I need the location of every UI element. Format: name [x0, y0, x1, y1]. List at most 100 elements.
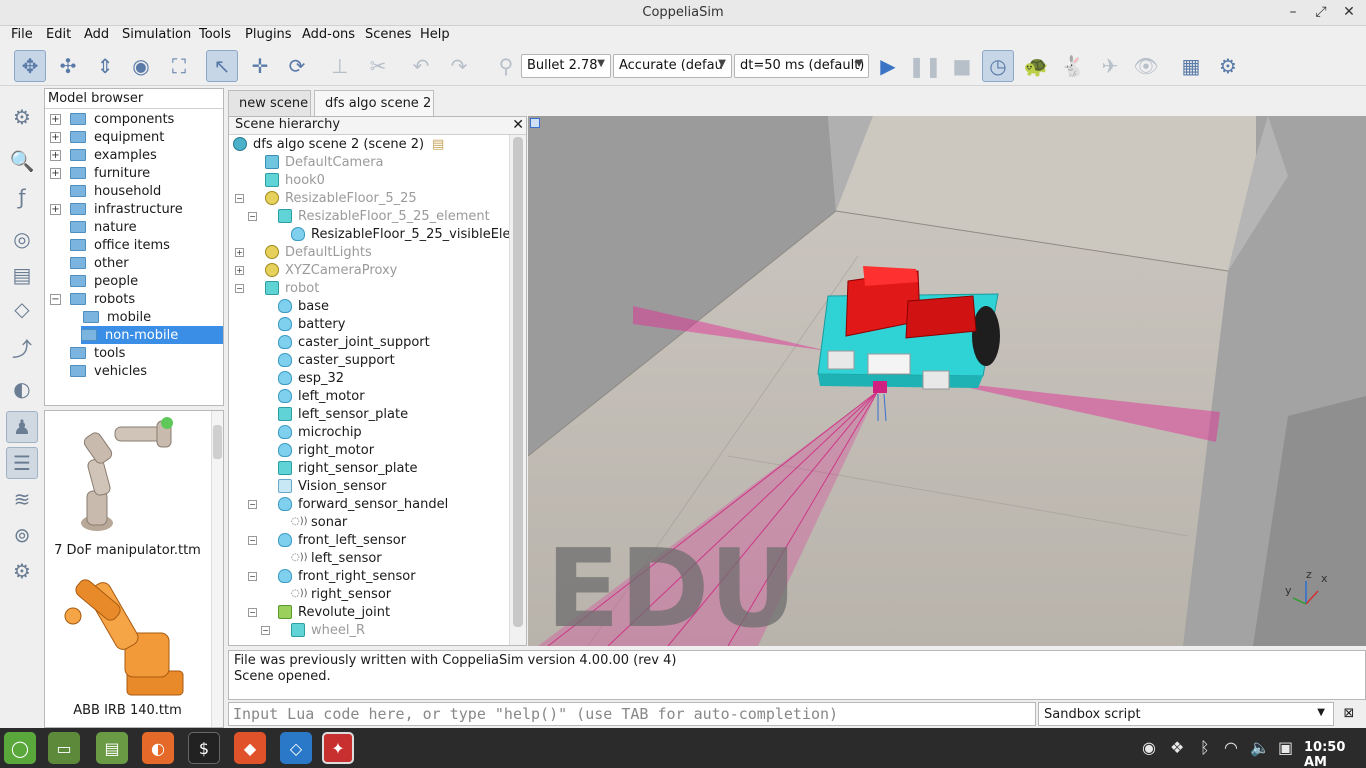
menu-add[interactable]: Add: [84, 27, 109, 42]
layers-icon[interactable]: ⚙: [1212, 50, 1244, 82]
path-edit-icon[interactable]: ⤴: [6, 331, 38, 363]
collapse-icon[interactable]: −: [261, 625, 270, 635]
expand-icon[interactable]: +: [50, 131, 61, 143]
file-manager-icon[interactable]: ▤: [96, 732, 128, 764]
hierarchy-item-caster-support[interactable]: caster_support: [278, 351, 395, 369]
expand-icon[interactable]: +: [50, 167, 61, 179]
model-folder-non-mobile[interactable]: non-mobile: [81, 326, 223, 344]
hierarchy-item-left-motor[interactable]: left_motor: [278, 387, 365, 405]
menu-plugins[interactable]: Plugins: [245, 27, 292, 42]
model-folder-office-items[interactable]: office items: [50, 236, 170, 254]
whatsapp-icon[interactable]: ◉: [1142, 738, 1156, 757]
slow-down-icon[interactable]: 🐢: [1020, 50, 1052, 82]
collapse-icon[interactable]: −: [50, 293, 61, 305]
menu-tools[interactable]: Tools: [199, 27, 231, 42]
expand-icon[interactable]: +: [235, 247, 244, 257]
timestep-select[interactable]: dt=50 ms (default) ▼: [734, 54, 869, 78]
collections-icon[interactable]: ◎: [6, 223, 38, 255]
dynamics-toggle-icon[interactable]: ⚲: [490, 50, 522, 82]
hierarchy-item-caster-joint-support[interactable]: caster_joint_support: [278, 333, 430, 351]
real-time-icon[interactable]: ◷: [982, 50, 1014, 82]
close-button[interactable]: ✕: [1338, 2, 1360, 22]
firefox-icon[interactable]: ◐: [142, 732, 174, 764]
transfer-dna-icon[interactable]: ✂: [362, 50, 394, 82]
dropbox-icon[interactable]: ❖: [1170, 738, 1184, 757]
selection-icon[interactable]: ◐: [6, 373, 38, 405]
script-selector[interactable]: Sandbox script ▼: [1038, 702, 1334, 726]
expand-icon[interactable]: +: [50, 149, 61, 161]
model-folder-people[interactable]: people: [50, 272, 138, 290]
speed-up-icon[interactable]: 🐇: [1057, 50, 1089, 82]
minimize-button[interactable]: –: [1282, 2, 1304, 22]
close-hierarchy-icon[interactable]: ✕: [512, 117, 524, 133]
camera-shift-icon[interactable]: ⇕: [89, 50, 121, 82]
maximize-button[interactable]: ⤢: [1310, 2, 1332, 22]
hierarchy-item-left-sensor[interactable]: ◌)) left_sensor: [291, 549, 382, 567]
hierarchy-item-esp-32[interactable]: esp_32: [278, 369, 344, 387]
hierarchy-item-front-right-sensor[interactable]: − front_right_sensor: [248, 567, 416, 585]
hierarchy-item-defaultcamera[interactable]: DefaultCamera: [265, 153, 384, 171]
menu-simulation[interactable]: Simulation: [122, 27, 191, 42]
hierarchy-item-battery[interactable]: battery: [278, 315, 345, 333]
collapse-icon[interactable]: −: [248, 535, 257, 545]
model-folder-tools[interactable]: tools: [50, 344, 125, 362]
expand-icon[interactable]: +: [50, 113, 61, 125]
undo-icon[interactable]: ↶: [405, 50, 437, 82]
abb-irb-140-thumbnail[interactable]: [64, 577, 184, 696]
terminal-icon[interactable]: $: [188, 732, 220, 764]
hierarchy-item-xyzcameraproxy[interactable]: + XYZCameraProxy: [235, 261, 397, 279]
collapse-icon[interactable]: −: [248, 571, 257, 581]
shape-edit-icon[interactable]: ◇: [6, 293, 38, 325]
calculation-modules-icon[interactable]: 🔍: [6, 145, 38, 177]
hierarchy-item-resizablefloor-5-25[interactable]: − ResizableFloor_5_25: [235, 189, 417, 207]
camera-pan-icon[interactable]: ✥: [14, 50, 46, 82]
user-settings-icon[interactable]: ⚙: [6, 555, 38, 587]
model-folder-equipment[interactable]: + equipment: [50, 128, 164, 146]
hierarchy-root[interactable]: dfs algo scene 2 (scene 2) ▤: [233, 135, 444, 153]
model-folder-components[interactable]: + components: [50, 110, 174, 128]
model-folder-examples[interactable]: + examples: [50, 146, 157, 164]
scene-page-icon[interactable]: ▦: [1175, 50, 1207, 82]
hierarchy-item-robot[interactable]: − robot: [235, 279, 319, 297]
layers-toggle-icon[interactable]: ≋: [6, 483, 38, 515]
model-folder-household[interactable]: household: [50, 182, 161, 200]
camera-angle-icon[interactable]: ◉: [125, 50, 157, 82]
model-folder-nature[interactable]: nature: [50, 218, 137, 236]
show-desktop-icon[interactable]: ▭: [48, 732, 80, 764]
hierarchy-item-defaultlights[interactable]: + DefaultLights: [235, 243, 372, 261]
hierarchy-scrollbar[interactable]: [509, 135, 526, 645]
hierarchy-item-sonar[interactable]: ◌)) sonar: [291, 513, 347, 531]
menu-add-ons[interactable]: Add-ons: [302, 27, 355, 42]
model-folder-mobile[interactable]: mobile: [83, 308, 151, 326]
collapse-icon[interactable]: −: [235, 283, 244, 293]
tab-new-scene[interactable]: new scene: [228, 90, 311, 116]
fit-to-view-icon[interactable]: ⛶: [163, 50, 195, 82]
hierarchy-item-left-sensor-plate[interactable]: left_sensor_plate: [278, 405, 408, 423]
bluetooth-icon[interactable]: ᛒ: [1200, 738, 1210, 757]
hierarchy-item-resizablefloor-5-25-element[interactable]: − ResizableFloor_5_25_element: [248, 207, 490, 225]
model-folder-robots[interactable]: − robots: [50, 290, 135, 308]
script-icon[interactable]: ▤: [432, 137, 444, 152]
hierarchy-item-right-sensor[interactable]: ◌)) right_sensor: [291, 585, 391, 603]
object-rotate-icon[interactable]: ⟳: [281, 50, 313, 82]
viewport-corner-icon[interactable]: [530, 118, 540, 128]
hierarchy-item-hook0[interactable]: hook0: [265, 171, 325, 189]
scene-viewport[interactable]: EDU y z x: [528, 116, 1366, 646]
redo-icon[interactable]: ↷: [443, 50, 475, 82]
collapse-icon[interactable]: −: [248, 607, 257, 617]
vscode-icon[interactable]: ◇: [280, 732, 312, 764]
hierarchy-item-right-motor[interactable]: right_motor: [278, 441, 374, 459]
expand-icon[interactable]: +: [50, 203, 61, 215]
thread-rendering-icon[interactable]: ✈: [1094, 50, 1126, 82]
thumbnails-scrollbar[interactable]: [211, 411, 223, 727]
hierarchy-item-front-left-sensor[interactable]: − front_left_sensor: [248, 531, 406, 549]
pause-simulation-icon[interactable]: ❚❚: [908, 50, 942, 82]
physics-engine-select[interactable]: Bullet 2.78 ▼: [521, 54, 611, 78]
model-folder-other[interactable]: other: [50, 254, 129, 272]
model-folder-vehicles[interactable]: vehicles: [50, 362, 147, 380]
close-command-icon[interactable]: ⊠: [1340, 705, 1358, 723]
hierarchy-item-microchip[interactable]: microchip: [278, 423, 362, 441]
scene-hierarchy-toggle-icon[interactable]: ☰: [6, 447, 38, 479]
lua-command-input[interactable]: Input Lua code here, or type "help()" (u…: [228, 702, 1036, 726]
hierarchy-item-base[interactable]: base: [278, 297, 329, 315]
